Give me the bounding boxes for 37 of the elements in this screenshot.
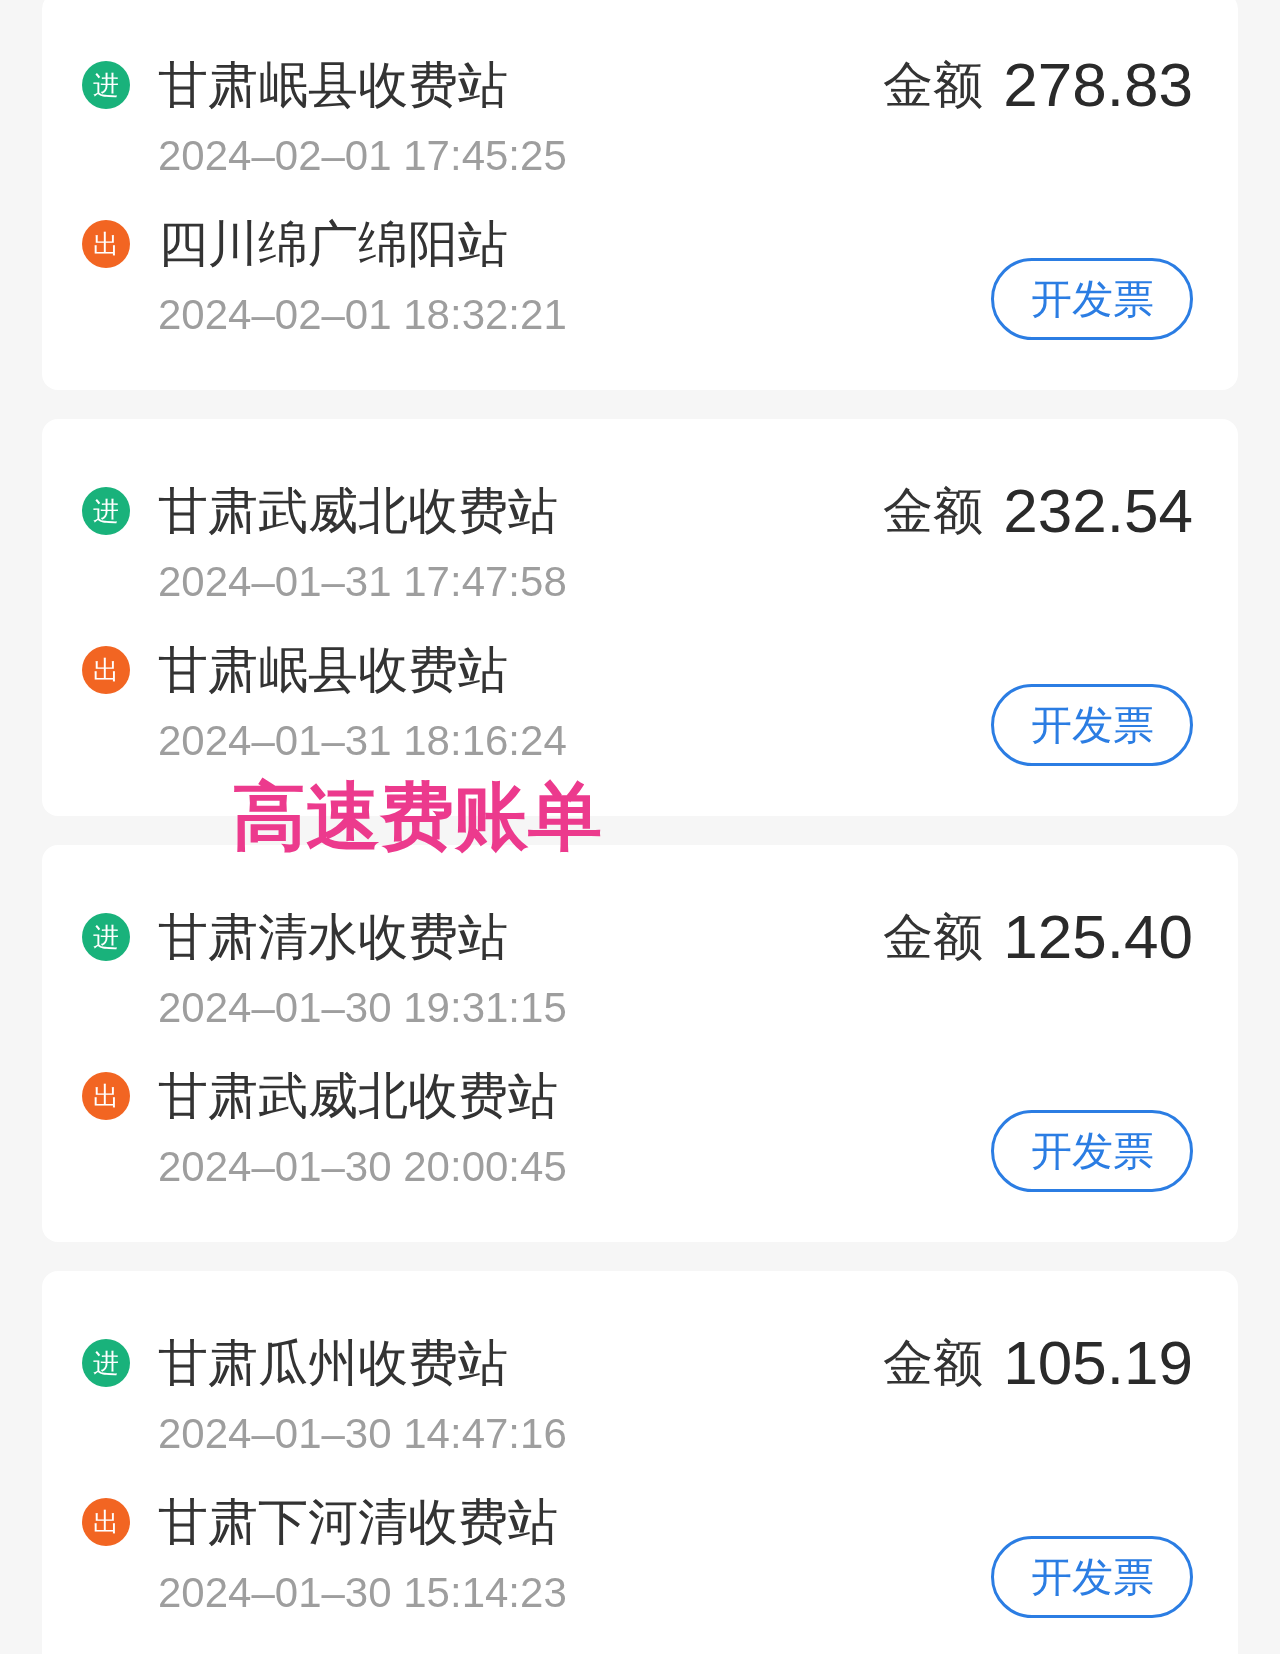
timestamp: 2024–02–01 18:32:21: [158, 290, 567, 340]
station-name: 甘肃瓜州收费站: [158, 1334, 509, 1393]
timestamp: 2024–01–30 15:14:23: [158, 1568, 567, 1618]
amount-label: 金额: [883, 908, 984, 967]
amount-value: 105.19: [1003, 1333, 1193, 1393]
station-name: 甘肃岷县收费站: [158, 56, 509, 115]
timestamp: 2024–02–01 17:45:25: [158, 131, 567, 181]
timestamp: 2024–01–30 14:47:16: [158, 1409, 567, 1459]
invoice-button[interactable]: 开发票: [991, 258, 1193, 340]
amount-label: 金额: [883, 482, 984, 541]
entry-badge: 进: [82, 1339, 130, 1387]
station-name: 甘肃岷县收费站: [158, 641, 509, 700]
station-name: 四川绵广绵阳站: [158, 215, 509, 274]
exit-badge: 出: [82, 220, 130, 268]
station-name: 甘肃武威北收费站: [158, 1067, 559, 1126]
exit-badge: 出: [82, 1072, 130, 1120]
caption-overlay: 高速费账单: [232, 774, 602, 860]
station-name: 甘肃清水收费站: [158, 908, 509, 967]
exit-badge: 出: [82, 1498, 130, 1546]
amount-label: 金额: [883, 1334, 984, 1393]
invoice-button[interactable]: 开发票: [991, 1536, 1193, 1618]
station-name: 甘肃下河清收费站: [158, 1493, 559, 1552]
amount-value: 278.83: [1003, 55, 1193, 115]
amount-value: 125.40: [1003, 907, 1193, 967]
timestamp: 2024–01–30 20:00:45: [158, 1142, 567, 1192]
entry-badge: 进: [82, 61, 130, 109]
invoice-button[interactable]: 开发票: [991, 684, 1193, 766]
amount-label: 金额: [883, 56, 984, 115]
timestamp: 2024–01–31 18:16:24: [158, 716, 567, 766]
entry-badge: 进: [82, 487, 130, 535]
invoice-button[interactable]: 开发票: [991, 1110, 1193, 1192]
station-name: 甘肃武威北收费站: [158, 482, 559, 541]
exit-badge: 出: [82, 646, 130, 694]
timestamp: 2024–01–31 17:47:58: [158, 557, 567, 607]
timestamp: 2024–01–30 19:31:15: [158, 983, 567, 1033]
amount-value: 232.54: [1003, 481, 1193, 541]
entry-badge: 进: [82, 913, 130, 961]
